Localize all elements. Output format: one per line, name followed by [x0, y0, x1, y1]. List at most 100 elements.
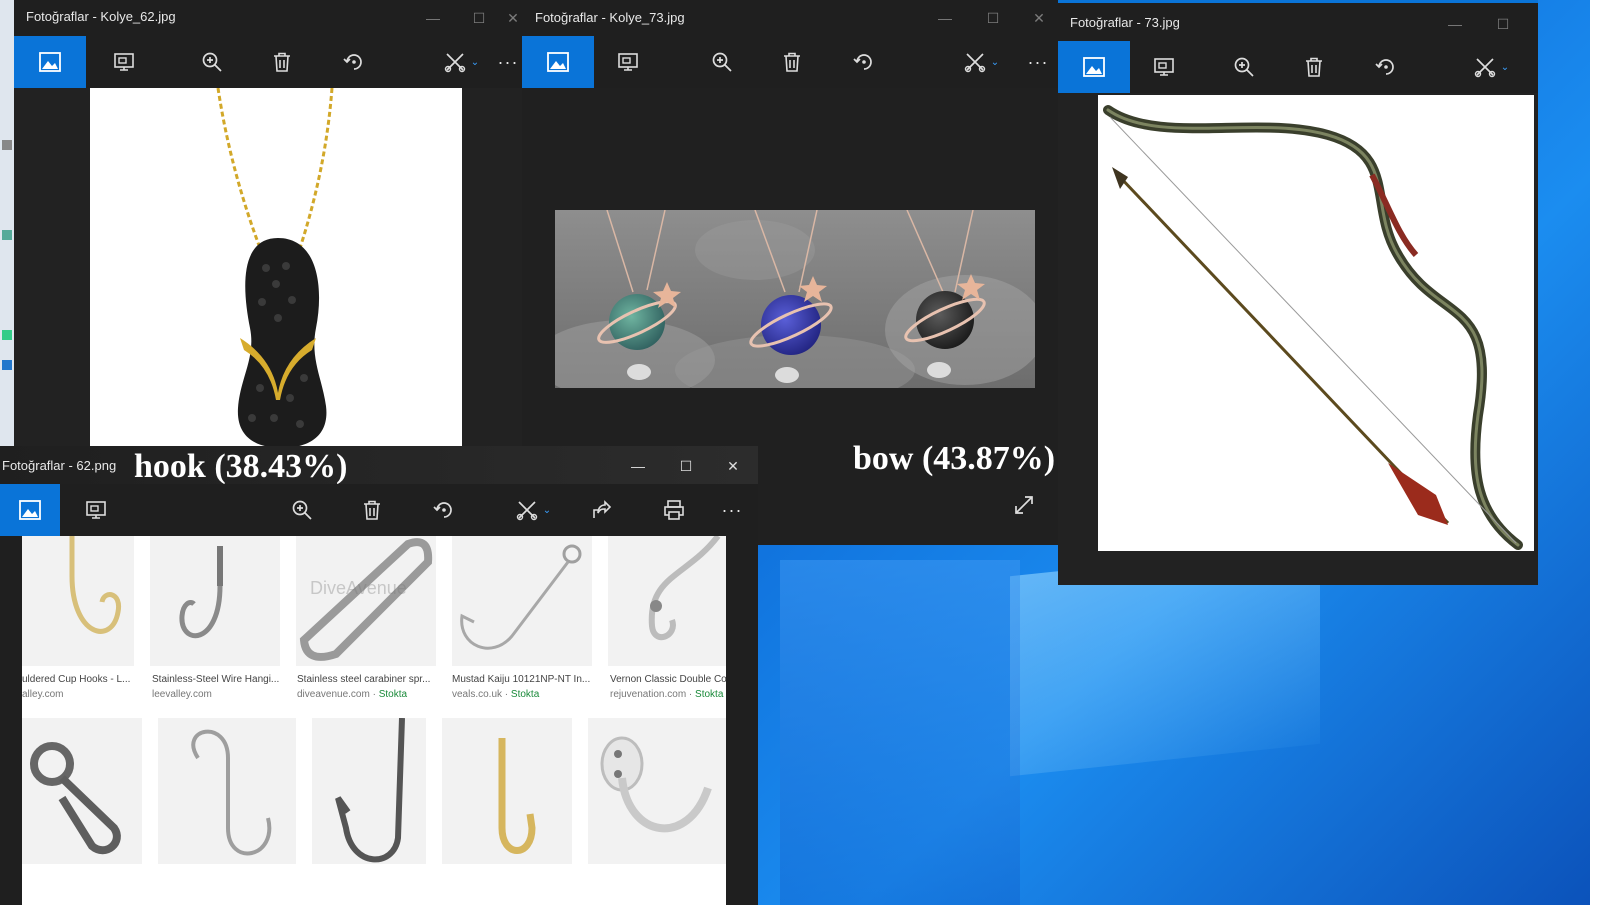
more-button[interactable]: ··· — [494, 36, 522, 88]
toolbar: ⌄ ··· — [14, 36, 522, 88]
delete-button[interactable] — [254, 36, 310, 88]
slideshow-button[interactable] — [68, 484, 124, 536]
result-caption[interactable]: Mustad Kaiju 10121NP-NT In... — [452, 674, 592, 685]
result-source-domain: veals.co.uk — [452, 689, 503, 700]
result-tile — [22, 718, 142, 864]
result-tile — [608, 536, 726, 666]
edit-button[interactable]: ⌄ — [498, 484, 568, 536]
view-image-button[interactable] — [522, 36, 594, 88]
detection-label-hook: hook (38.43%) — [134, 448, 348, 485]
view-image-button[interactable] — [0, 484, 60, 536]
wallpaper-light-beam — [780, 560, 1020, 905]
chevron-down-icon: ⌄ — [542, 504, 552, 516]
result-caption[interactable]: uldered Cup Hooks - L... — [22, 674, 134, 685]
bow-and-arrow-image — [1098, 95, 1534, 551]
rotate-button[interactable] — [416, 484, 472, 536]
minimize-button[interactable]: — — [410, 6, 456, 30]
zoom-in-button[interactable] — [694, 36, 750, 88]
stock-badge: Stokta — [695, 689, 724, 700]
expand-icon — [1015, 496, 1033, 514]
title-bar[interactable]: Fotoğraflar - Kolye_62.jpg — ☐ ✕ — [14, 0, 522, 36]
toolbar: ⌄ — [1058, 41, 1538, 93]
stock-badge: Stokta — [510, 689, 540, 700]
result-tile — [312, 717, 426, 864]
close-button[interactable]: ✕ — [1016, 6, 1060, 30]
delete-button[interactable] — [344, 484, 400, 536]
zoom-in-button[interactable] — [274, 484, 330, 536]
double-robe-hook-image — [600, 736, 712, 833]
print-button[interactable] — [646, 484, 702, 536]
minimize-button[interactable]: — — [922, 6, 968, 30]
more-icon: ··· — [497, 51, 519, 72]
result-source: diveavenue.com · Stokta — [297, 689, 408, 700]
brass-hook-image — [498, 738, 536, 854]
maximize-button[interactable]: ☐ — [663, 454, 709, 478]
edit-button[interactable]: ⌄ — [426, 36, 496, 88]
slideshow-button[interactable] — [1136, 41, 1192, 93]
background-icon — [2, 230, 12, 240]
large-fish-hook-image — [335, 717, 405, 863]
share-button[interactable] — [574, 484, 630, 536]
carabiner-image — [299, 538, 433, 661]
result-tile — [158, 718, 296, 864]
result-caption[interactable]: Stainless-Steel Wire Hangi... — [152, 674, 280, 685]
s-hook-image — [191, 729, 272, 856]
slideshow-button[interactable] — [96, 36, 152, 88]
view-image-button[interactable] — [1058, 41, 1130, 93]
delete-icon — [1306, 57, 1322, 77]
delete-icon — [784, 52, 800, 72]
image-viewport — [14, 88, 522, 470]
edit-button[interactable]: ⌄ — [946, 36, 1016, 88]
minimize-button[interactable]: — — [1432, 12, 1478, 36]
slideshow-button[interactable] — [600, 36, 656, 88]
stock-badge: Stokta — [378, 689, 408, 700]
result-tile — [588, 718, 726, 864]
chevron-down-icon: ⌄ — [990, 56, 1000, 68]
background-icon — [2, 140, 12, 150]
slideshow-icon — [114, 53, 134, 71]
print-icon — [664, 500, 684, 520]
zoom-in-icon — [292, 500, 312, 520]
maximize-button[interactable]: ☐ — [456, 6, 502, 30]
delete-icon — [274, 52, 290, 72]
title-bar[interactable]: Fotoğraflar - 73.jpg — ☐ — [1058, 3, 1538, 39]
minimize-button[interactable]: — — [615, 454, 661, 478]
result-source: alley.com — [22, 689, 64, 700]
image-icon — [19, 500, 41, 520]
zoom-in-button[interactable] — [1216, 41, 1272, 93]
title-bar[interactable]: Fotoğraflar - Kolye_73.jpg — ☐ ✕ — [522, 0, 1060, 36]
more-button[interactable]: ··· — [1016, 36, 1060, 88]
maximize-button[interactable]: ☐ — [970, 6, 1016, 30]
zoom-in-button[interactable] — [184, 36, 240, 88]
window-title: Fotoğraflar - 62.png — [2, 458, 117, 473]
maximize-button[interactable]: ☐ — [1480, 12, 1526, 36]
view-image-button[interactable] — [14, 36, 86, 88]
title-bar[interactable]: Fotoğraflar - 62.png hook (38.43%) — ☐ ✕ — [0, 446, 758, 485]
window-title: Fotoğraflar - Kolye_62.jpg — [26, 9, 176, 24]
rotate-button[interactable] — [326, 36, 382, 88]
more-button[interactable]: ··· — [706, 484, 758, 536]
photos-window-hooks: Fotoğraflar - 62.png hook (38.43%) — ☐ ✕… — [0, 446, 758, 905]
close-button[interactable]: ✕ — [502, 6, 522, 30]
screen-edge — [1590, 0, 1620, 905]
necklace-image — [555, 210, 1035, 388]
rotate-button[interactable] — [1358, 41, 1414, 93]
edit-icon — [1474, 58, 1495, 78]
result-caption[interactable]: Vernon Classic Double Co — [610, 674, 726, 685]
edit-icon — [516, 501, 537, 521]
delete-button[interactable] — [1286, 41, 1342, 93]
edit-button[interactable]: ⌄ — [1456, 41, 1526, 93]
rotate-button[interactable] — [836, 36, 892, 88]
rotate-icon — [853, 54, 872, 70]
close-button[interactable]: ✕ — [710, 454, 756, 478]
toolbar: ⌄ ··· — [522, 36, 1060, 88]
snap-hook-image — [30, 742, 121, 855]
zoom-in-icon — [712, 52, 732, 72]
expand-button[interactable] — [1012, 493, 1042, 523]
screw-hook-image — [179, 546, 223, 639]
window-title: Fotoğraflar - Kolye_73.jpg — [535, 10, 685, 25]
image-icon — [1083, 57, 1105, 77]
result-caption[interactable]: Stainless steel carabiner spr... — [297, 674, 437, 685]
delete-button[interactable] — [764, 36, 820, 88]
detection-label-bow: bow (43.87%) — [853, 440, 1056, 477]
